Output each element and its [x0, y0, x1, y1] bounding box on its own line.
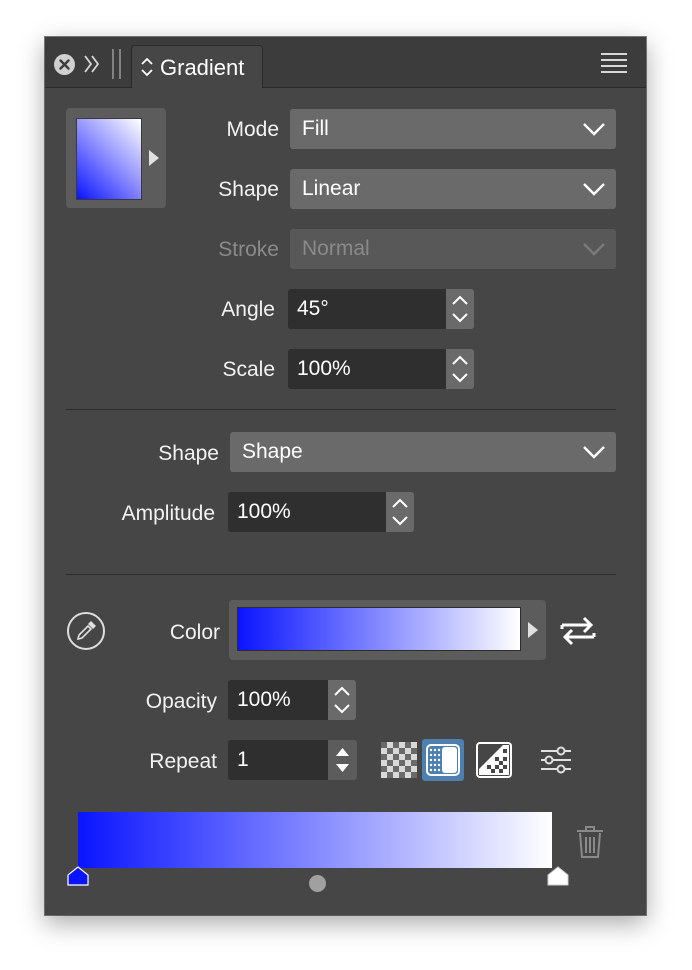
divider — [66, 574, 616, 575]
shape-label: Shape — [218, 178, 279, 201]
scale-label: Scale — [222, 358, 275, 381]
checker-transparency-icon[interactable] — [378, 739, 420, 781]
shape-section-dropdown[interactable]: Shape — [230, 432, 616, 472]
shape-section-label: Shape — [158, 442, 219, 465]
repeat-value: 1 — [237, 748, 249, 771]
amplitude-label: Amplitude — [121, 502, 215, 525]
gradient-preview — [76, 118, 142, 200]
gradient-preview-swatch[interactable] — [66, 108, 166, 208]
opacity-value: 100% — [237, 688, 291, 711]
trash-icon[interactable] — [575, 825, 605, 859]
shape-section-value: Shape — [242, 440, 303, 463]
chevron-down-icon — [583, 183, 605, 196]
angle-stepper[interactable] — [446, 289, 474, 329]
amplitude-input[interactable]: 100% — [228, 492, 386, 532]
color-picker-button[interactable] — [67, 612, 105, 650]
angle-input[interactable]: 45° — [288, 289, 446, 329]
shape-dropdown[interactable]: Linear — [290, 169, 616, 209]
amplitude-stepper[interactable] — [386, 492, 414, 532]
chevron-down-icon — [583, 446, 605, 459]
mode-label: Mode — [226, 118, 279, 141]
sliders-settings-icon[interactable] — [539, 743, 573, 777]
gradient-stop-end[interactable] — [547, 866, 569, 886]
gradient-midpoint-handle[interactable] — [309, 875, 326, 892]
panel-titlebar: Gradient — [45, 37, 646, 88]
color-gradient-preview — [237, 607, 521, 651]
drag-grip-icon[interactable] — [111, 49, 123, 79]
gradient-stop-start[interactable] — [67, 866, 89, 886]
scale-stepper[interactable] — [446, 349, 474, 389]
chevron-down-icon — [583, 243, 605, 256]
stroke-value: Normal — [302, 237, 370, 260]
stroke-label: Stroke — [218, 238, 279, 261]
chevron-up-down-icon — [141, 57, 153, 77]
gradient-ramp[interactable] — [78, 812, 552, 868]
dotted-fill-icon[interactable] — [422, 739, 464, 781]
opacity-label: Opacity — [145, 690, 217, 713]
stroke-dropdown: Normal — [290, 229, 616, 269]
divider — [66, 409, 616, 410]
color-well[interactable] — [229, 600, 546, 660]
scale-input[interactable]: 100% — [288, 349, 446, 389]
triangle-right-icon — [149, 150, 159, 166]
gradient-panel: Gradient Mode Fill Shape Linear Stroke N… — [45, 37, 646, 915]
tab-gradient[interactable]: Gradient — [131, 45, 263, 88]
tab-label: Gradient — [160, 55, 245, 80]
mode-value: Fill — [302, 117, 329, 140]
amplitude-value: 100% — [237, 500, 291, 523]
opacity-stepper[interactable] — [328, 680, 356, 720]
shape-value: Linear — [302, 177, 361, 200]
close-icon[interactable] — [54, 54, 75, 75]
dither-pattern-icon[interactable] — [473, 739, 515, 781]
scale-value: 100% — [297, 357, 351, 380]
angle-value: 45° — [297, 297, 329, 320]
mode-dropdown[interactable]: Fill — [290, 109, 616, 149]
color-label: Color — [169, 621, 220, 644]
opacity-input[interactable]: 100% — [228, 680, 328, 720]
repeat-label: Repeat — [149, 750, 217, 773]
angle-label: Angle — [221, 298, 275, 321]
eyedropper-icon — [76, 621, 96, 641]
swap-arrows-icon[interactable] — [558, 613, 598, 647]
repeat-input[interactable]: 1 — [228, 740, 328, 780]
double-chevron-right-icon[interactable] — [82, 53, 102, 75]
triangle-right-icon — [528, 622, 538, 638]
chevron-down-icon — [583, 123, 605, 136]
repeat-stepper[interactable] — [328, 740, 357, 780]
hamburger-menu-icon[interactable] — [600, 52, 628, 74]
